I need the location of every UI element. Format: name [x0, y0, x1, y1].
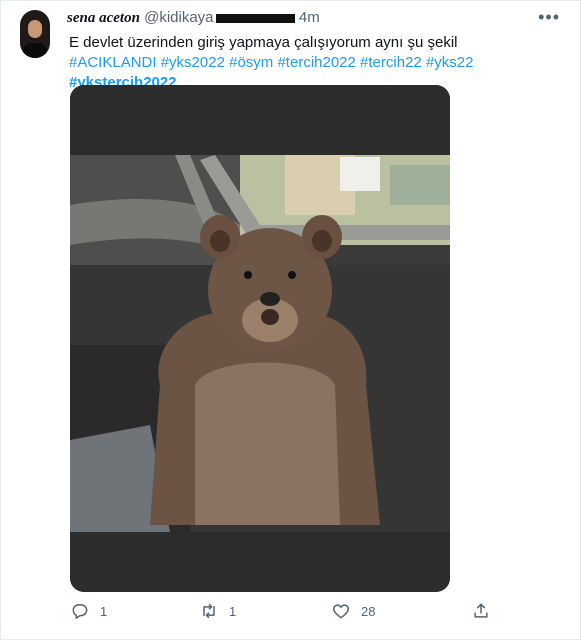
retweet-icon: [203, 603, 215, 619]
redaction-bar: [215, 13, 295, 23]
tweet-card[interactable]: sena aceton @kidikaya 4m ••• E devlet üz…: [0, 0, 581, 640]
avatar-shirt: [23, 43, 47, 58]
bear-photo: [70, 85, 450, 592]
tweet-time[interactable]: 4m: [299, 9, 320, 26]
reply-button[interactable]: 1: [70, 601, 107, 621]
like-count: 28: [361, 603, 376, 619]
hashtag[interactable]: #tercih22: [360, 54, 422, 71]
like-button[interactable]: 28: [331, 601, 375, 621]
reply-icon: [72, 604, 88, 619]
reply-count: 1: [100, 603, 108, 619]
retweet-count: 1: [229, 603, 237, 619]
avatar[interactable]: [20, 10, 50, 58]
retweet-button[interactable]: 1: [199, 601, 236, 621]
hashtag[interactable]: #tercih2022: [277, 54, 355, 71]
tweet-body: E devlet üzerinden giriş yapmaya çalışıy…: [69, 34, 458, 51]
hashtag[interactable]: #yks22: [426, 54, 474, 71]
share-icon: [474, 603, 488, 618]
hashtag[interactable]: #yks2022: [161, 54, 225, 71]
hashtag[interactable]: #ösym: [229, 54, 273, 71]
author-handle[interactable]: @kidikaya: [144, 9, 213, 26]
author-name[interactable]: sena aceton: [67, 10, 140, 26]
heart-icon: [333, 604, 349, 619]
tweet-actions: 1 1 28: [1, 601, 581, 625]
avatar-face: [28, 20, 42, 38]
tweet-text: E devlet üzerinden giriş yapmaya çalışıy…: [69, 33, 539, 93]
hashtag[interactable]: #ACIKLANDI: [69, 54, 157, 71]
tweet-header: sena aceton @kidikaya 4m: [67, 9, 320, 29]
share-button[interactable]: [471, 601, 491, 621]
more-horizontal-icon[interactable]: •••: [538, 7, 560, 28]
tweet-media[interactable]: [70, 85, 450, 592]
